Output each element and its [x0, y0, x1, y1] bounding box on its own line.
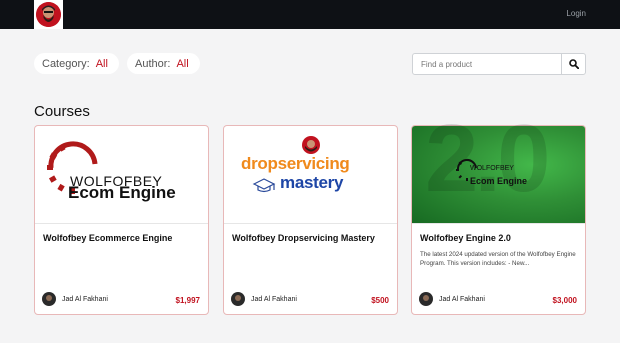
course-title[interactable]: Wolfofbey Dropservicing Mastery [232, 233, 375, 243]
thumb-line1-text: dropservicing [241, 154, 350, 173]
course-price: $3,000 [552, 296, 577, 305]
thumb-big-text: 2.0 [425, 105, 550, 212]
author-filter[interactable]: Author: All [127, 53, 200, 74]
author-name: Jad Al Fakhani [439, 295, 485, 303]
author-name: Jad Al Fakhani [251, 295, 297, 303]
course-card[interactable]: Wolfofbey Ecommerce Engine Jad Al Fakhan… [34, 125, 209, 315]
search-button[interactable] [561, 54, 585, 74]
login-link[interactable]: Login [566, 9, 586, 18]
category-filter[interactable]: Category: All [34, 53, 119, 74]
course-price: $1,997 [175, 296, 200, 305]
course-title[interactable]: Wolfofbey Ecommerce Engine [43, 233, 172, 243]
thumb-product-text: Ecom Engine [68, 183, 176, 202]
author-name: Jad Al Fakhani [62, 295, 108, 303]
thumb-product-text: Ecom Engine [470, 176, 528, 186]
course-author: Jad Al Fakhani [231, 292, 297, 306]
author-avatar [231, 292, 245, 306]
section-title: Courses [34, 103, 90, 120]
search-icon [568, 59, 579, 69]
top-navigation-bar: Login [0, 0, 620, 29]
author-avatar [42, 292, 56, 306]
thumb-line2-text: mastery [280, 173, 344, 192]
course-author: Jad Al Fakhani [42, 292, 108, 306]
author-filter-value: All [176, 57, 189, 70]
site-logo[interactable] [34, 0, 63, 29]
logo-avatar-icon [36, 2, 61, 27]
product-search [412, 53, 586, 75]
course-price: $500 [371, 296, 389, 305]
category-filter-value: All [95, 57, 108, 70]
course-title[interactable]: Wolfofbey Engine 2.0 [420, 233, 511, 243]
course-description: The latest 2024 updated version of the W… [420, 251, 576, 267]
course-author: Jad Al Fakhani [419, 292, 485, 306]
search-input[interactable] [413, 54, 561, 74]
author-filter-label: Author: [135, 57, 171, 70]
category-filter-label: Category: [42, 57, 90, 70]
thumb-brand-text: WOLFOFBEY [470, 165, 514, 172]
author-avatar [419, 292, 433, 306]
